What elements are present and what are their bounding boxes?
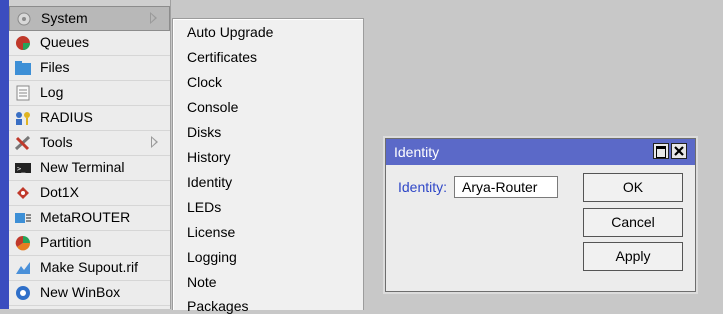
supout-icon	[16, 262, 30, 274]
files-icon	[15, 61, 31, 75]
submenu-item-note[interactable]: Note	[187, 274, 217, 290]
submenu-item-license[interactable]: License	[187, 224, 235, 240]
submenu-item-history[interactable]: History	[187, 149, 231, 165]
log-icon	[16, 85, 30, 101]
left-edge-strip	[0, 0, 9, 309]
menu-item-label: Files	[40, 59, 70, 75]
dot1x-icon	[17, 187, 29, 199]
maximize-icon[interactable]	[653, 143, 669, 159]
menu-item-make-supout[interactable]: Make Supout.rif	[9, 256, 170, 281]
menu-item-partition[interactable]: Partition	[9, 231, 170, 256]
terminal-icon: >_	[15, 163, 31, 173]
menu-item-label: Make Supout.rif	[40, 259, 139, 275]
close-icon[interactable]	[671, 143, 687, 159]
menu-item-label: System	[41, 10, 88, 26]
system-submenu: Auto Upgrade Certificates Clock Console …	[172, 18, 364, 314]
identity-field-label: Identity:	[398, 179, 448, 195]
submenu-item-certificates[interactable]: Certificates	[187, 49, 257, 65]
menu-item-dot1x[interactable]: Dot1X	[9, 181, 170, 206]
identity-input[interactable]: Arya-Router	[454, 176, 558, 198]
menu-item-label: Partition	[40, 234, 92, 250]
dialog-title: Identity	[394, 144, 440, 160]
apply-button[interactable]: Apply	[583, 242, 683, 271]
menu-item-label: New WinBox	[40, 284, 121, 300]
menu-item-log[interactable]: Log	[9, 81, 170, 106]
main-menu: System Queues Files Log RADIUS Tools >_ …	[9, 0, 171, 309]
svg-text:>_: >_	[17, 165, 26, 173]
submenu-item-auto-upgrade[interactable]: Auto Upgrade	[187, 24, 273, 40]
tools-icon	[14, 135, 31, 151]
submenu-item-logging[interactable]: Logging	[187, 249, 237, 265]
submenu-item-identity[interactable]: Identity	[187, 174, 232, 190]
menu-item-metarouter[interactable]: MetaROUTER	[9, 206, 170, 231]
submenu-arrow-icon	[151, 136, 158, 148]
menu-item-queues[interactable]: Queues	[9, 31, 170, 56]
cancel-button[interactable]: Cancel	[583, 208, 683, 237]
menu-item-new-terminal[interactable]: >_ New Terminal	[9, 156, 170, 181]
partition-icon	[15, 235, 31, 251]
menu-item-label: Queues	[40, 34, 90, 50]
submenu-item-disks[interactable]: Disks	[187, 124, 221, 140]
menu-item-system[interactable]: System	[9, 6, 170, 31]
dialog-title-bar[interactable]: Identity	[386, 139, 695, 165]
submenu-item-packages[interactable]: Packages	[187, 298, 248, 314]
winbox-icon	[16, 286, 30, 300]
identity-dialog: Identity Identity: Arya-Router OK Cancel…	[385, 138, 696, 292]
ok-button[interactable]: OK	[583, 173, 683, 202]
submenu-arrow-icon	[150, 12, 157, 24]
radius-icon	[16, 112, 30, 125]
menu-item-tools[interactable]: Tools	[9, 131, 170, 156]
queues-icon	[15, 36, 30, 50]
menu-item-label: RADIUS	[40, 109, 93, 125]
menu-item-label: Log	[40, 84, 64, 100]
system-icon	[17, 12, 31, 26]
menu-item-new-winbox[interactable]: New WinBox	[9, 281, 170, 306]
submenu-item-console[interactable]: Console	[187, 99, 238, 115]
submenu-item-clock[interactable]: Clock	[187, 74, 222, 90]
menu-item-radius[interactable]: RADIUS	[9, 106, 170, 131]
menu-item-label: Tools	[40, 134, 73, 150]
menu-item-label: New Terminal	[40, 159, 125, 175]
metarouter-icon	[15, 213, 31, 223]
menu-item-files[interactable]: Files	[9, 56, 170, 81]
menu-item-label: MetaROUTER	[40, 209, 131, 225]
submenu-item-leds[interactable]: LEDs	[187, 199, 221, 215]
menu-item-label: Dot1X	[40, 184, 79, 200]
